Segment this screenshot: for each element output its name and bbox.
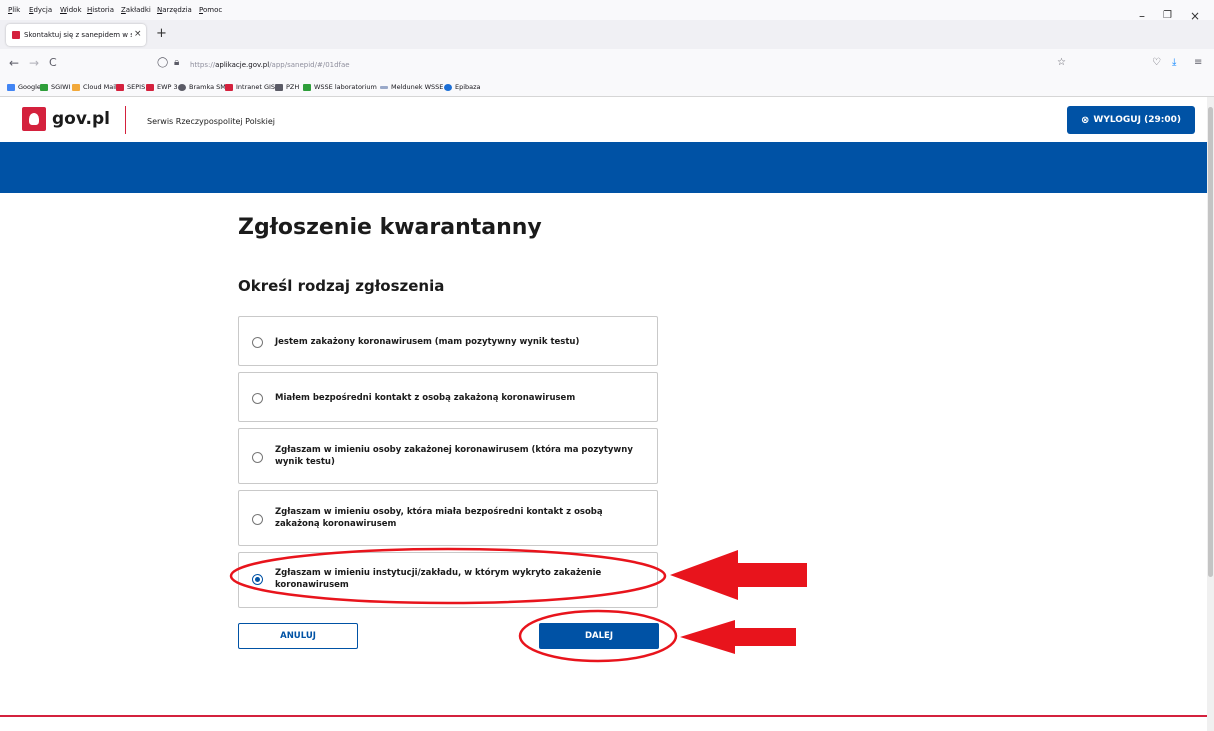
annotation-overlay (229, 547, 807, 663)
arrow-icon (680, 620, 796, 654)
arrow-icon (670, 550, 807, 600)
highlight-ellipse-next (518, 609, 678, 663)
highlight-ellipse-option (229, 547, 667, 605)
